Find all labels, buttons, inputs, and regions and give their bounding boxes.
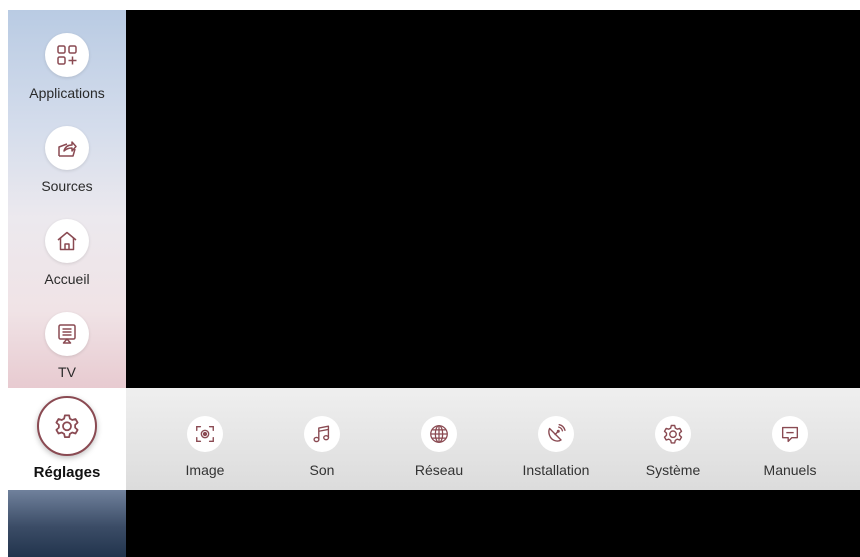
settings-gear-icon xyxy=(37,396,97,456)
sidebar-item-label: Accueil xyxy=(44,271,90,287)
sidebar-item-accueil[interactable]: Accueil xyxy=(8,219,126,287)
globe-icon xyxy=(421,416,457,452)
settings-item-label: Système xyxy=(645,462,701,478)
sidebar-bottom-fade xyxy=(8,490,126,557)
settings-item-reseau[interactable]: Réseau xyxy=(384,416,494,478)
settings-item-label: Son xyxy=(309,462,335,478)
settings-submenu-bar: Réglages Image Son Réseau Installation S… xyxy=(8,388,860,490)
apps-icon xyxy=(45,33,89,77)
sidebar-item-label: Applications xyxy=(29,85,105,101)
sidebar-item-label: Réglages xyxy=(33,464,101,481)
sidebar-item-reglages[interactable]: Réglages xyxy=(8,388,126,490)
settings-item-manuels[interactable]: Manuels xyxy=(735,416,845,478)
home-icon xyxy=(45,219,89,263)
gear-icon xyxy=(655,416,691,452)
settings-item-son[interactable]: Son xyxy=(267,416,377,478)
tv-screen: Applications Sources Accueil TV Réglages… xyxy=(8,10,860,557)
image-icon xyxy=(187,416,223,452)
settings-item-label: Réseau xyxy=(414,462,464,478)
sources-icon xyxy=(45,126,89,170)
settings-item-systeme[interactable]: Système xyxy=(618,416,728,478)
satellite-dish-icon xyxy=(538,416,574,452)
settings-item-image[interactable]: Image xyxy=(150,416,260,478)
chat-bubble-icon xyxy=(772,416,808,452)
sidebar-item-applications[interactable]: Applications xyxy=(8,33,126,101)
settings-item-label: Installation xyxy=(522,462,590,478)
sidebar-item-tv[interactable]: TV xyxy=(8,312,126,380)
sidebar-item-label: Sources xyxy=(41,178,93,194)
settings-item-label: Manuels xyxy=(763,462,817,478)
sidebar-item-sources[interactable]: Sources xyxy=(8,126,126,194)
settings-item-label: Image xyxy=(185,462,225,478)
settings-item-installation[interactable]: Installation xyxy=(501,416,611,478)
music-note-icon xyxy=(304,416,340,452)
sidebar-item-label: TV xyxy=(58,364,76,380)
tv-icon xyxy=(45,312,89,356)
